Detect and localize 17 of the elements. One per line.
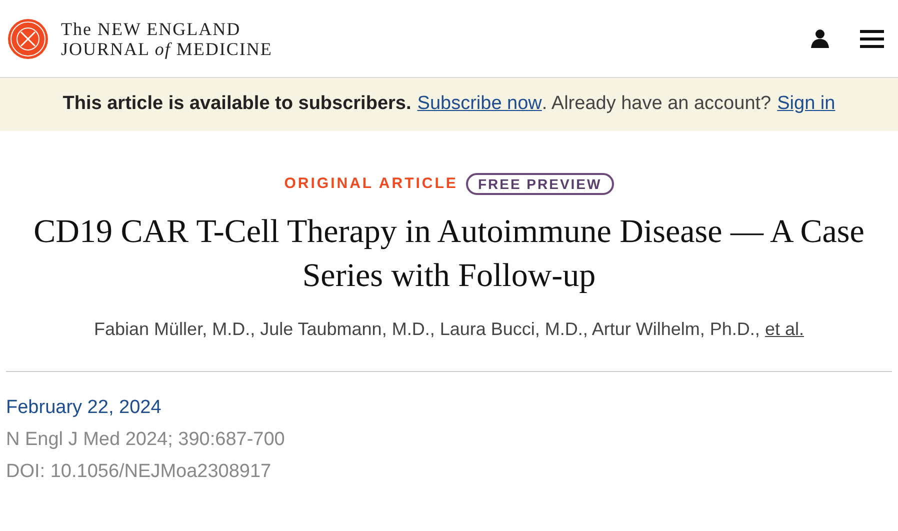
logo-text: The NEW ENGLAND	[61, 18, 242, 38]
banner-text: This article is available to subscribers.	[62, 92, 412, 116]
article-title: CD19 CAR T-Cell Therapy in Autoimmune Disease — A Case Series with Follow-up	[32, 212, 866, 296]
et-al-link[interactable]: et al.	[764, 318, 804, 338]
free-preview-badge: FREE PREVIEW	[466, 173, 614, 196]
menu-icon[interactable]	[860, 30, 884, 48]
article-type: ORIGINAL ARTICLE	[284, 174, 458, 194]
subscribe-link[interactable]: Subscribe now	[417, 90, 542, 119]
publication-date: February 22, 2024	[6, 396, 162, 420]
seal-logo-icon[interactable]	[7, 18, 49, 60]
authors-text: Fabian Müller, M.D., Jule Taubmann, M.D., Laura Bucci, M.D., Artur Wilhelm, Ph.D.,	[94, 318, 760, 338]
logo-text: JOURNAL of MEDICINE	[61, 38, 272, 58]
user-icon[interactable]	[810, 28, 830, 48]
sign-in-link[interactable]: Sign in	[777, 90, 836, 119]
banner-text: . Already have an account?	[542, 92, 772, 116]
citation-text: N Engl J Med 2024; 390:687-700	[6, 428, 286, 452]
doi-text: DOI: 10.1056/NEJMoa2308917	[6, 460, 272, 484]
